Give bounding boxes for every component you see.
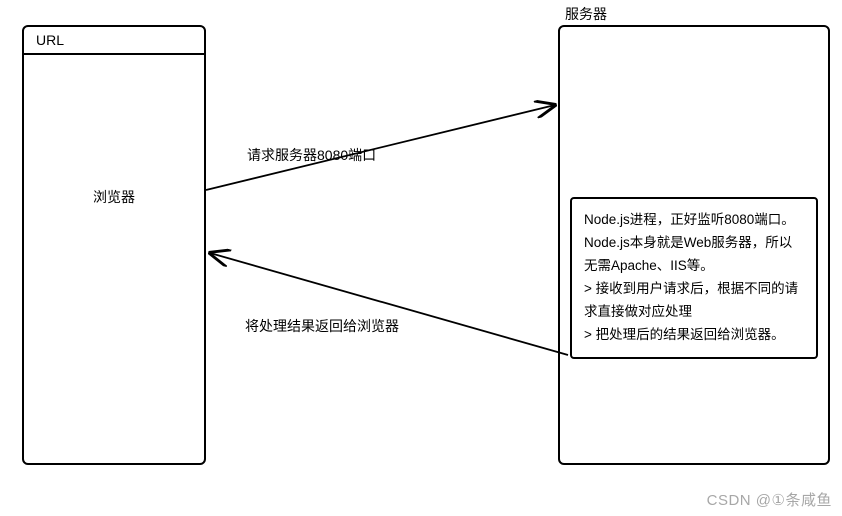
server-box: Node.js进程，正好监听8080端口。Node.js本身就是Web服务器，所… — [558, 25, 830, 465]
browser-label: 浏览器 — [24, 187, 204, 207]
node-bullet-2: > 把处理后的结果返回给浏览器。 — [584, 324, 804, 347]
response-arrow-label: 将处理结果返回给浏览器 — [245, 316, 399, 336]
node-description: Node.js进程，正好监听8080端口。Node.js本身就是Web服务器，所… — [584, 209, 804, 278]
request-arrow-label: 请求服务器8080端口 — [247, 145, 376, 165]
node-process-box: Node.js进程，正好监听8080端口。Node.js本身就是Web服务器，所… — [570, 197, 818, 359]
server-title: 服务器 — [565, 4, 607, 24]
browser-box: URL 浏览器 — [22, 25, 206, 465]
url-bar-label: URL — [24, 27, 204, 55]
response-arrow — [210, 253, 568, 355]
watermark: CSDN @①条咸鱼 — [707, 489, 832, 510]
node-bullet-1: > 接收到用户请求后，根据不同的请求直接做对应处理 — [584, 278, 804, 324]
